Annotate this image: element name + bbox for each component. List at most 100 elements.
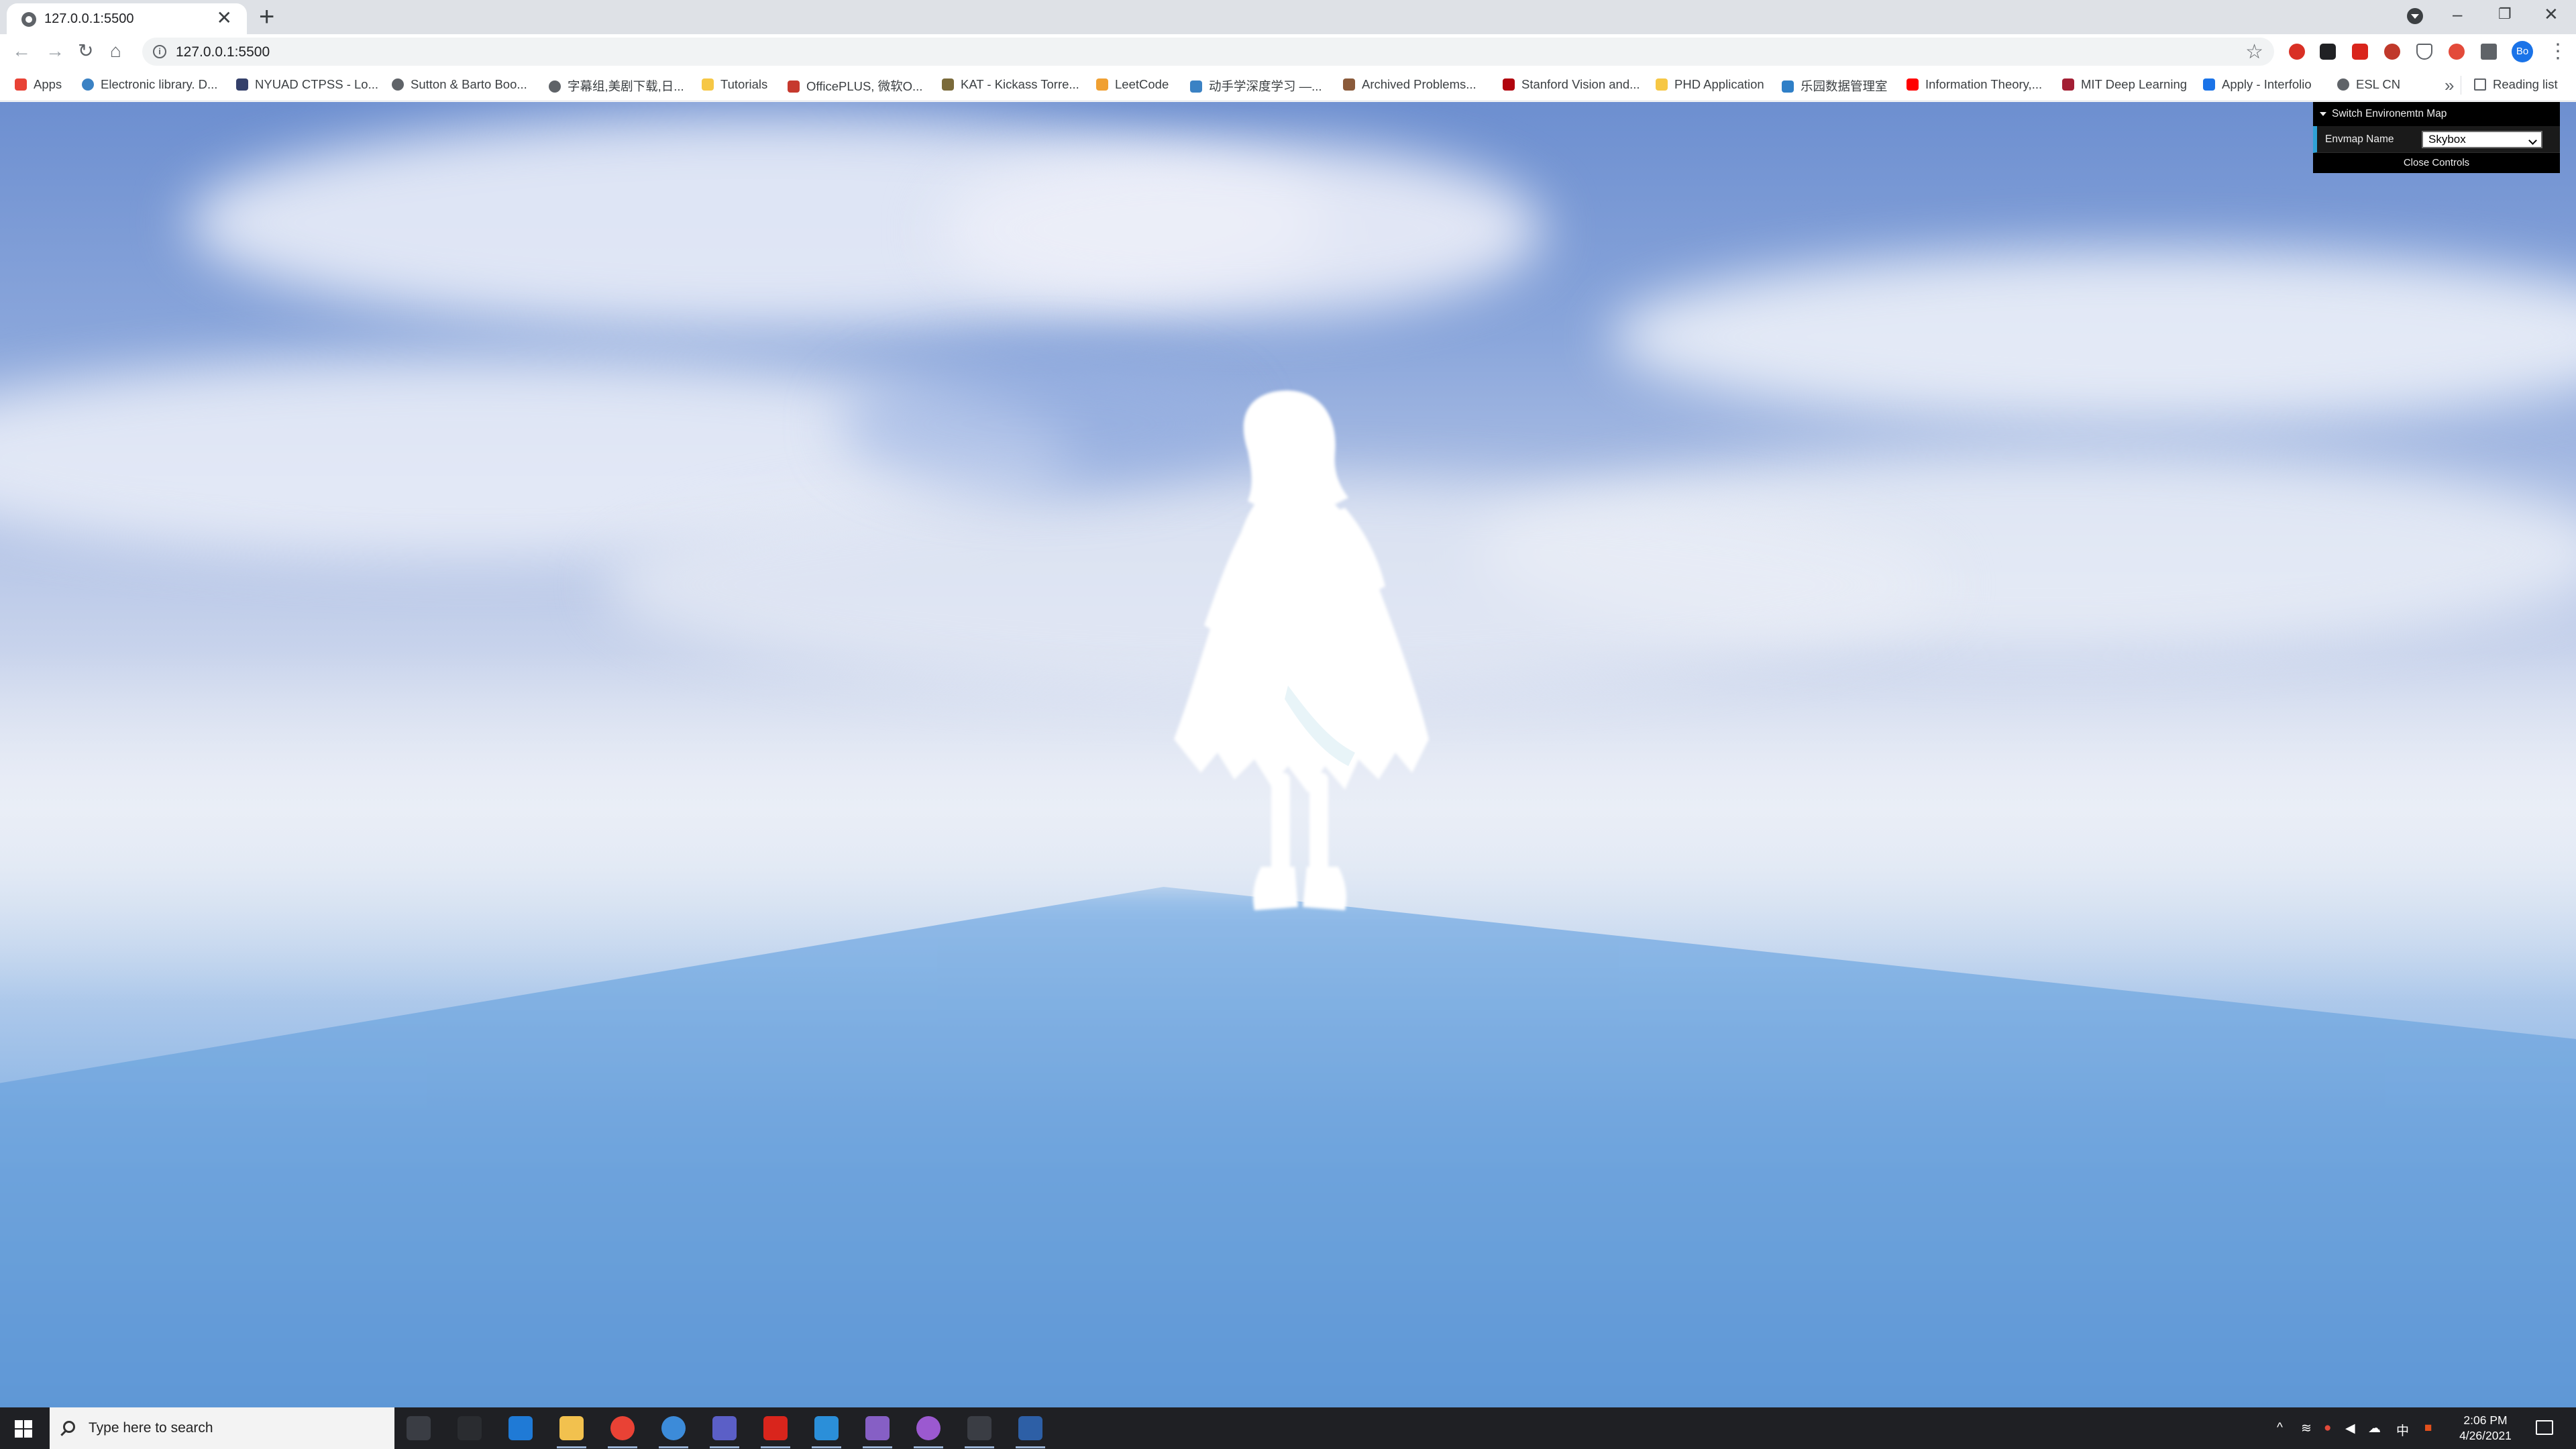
running-indicator (1016, 1446, 1045, 1448)
taskbar-search[interactable]: Type here to search (50, 1407, 394, 1449)
search-icon (63, 1421, 75, 1433)
envmap-select[interactable]: Skybox (2422, 131, 2542, 148)
mit-icon (2062, 78, 2074, 91)
bookmark-item[interactable]: 动手学深度学习 —... (1190, 77, 1322, 93)
profile-avatar[interactable]: Bo (2512, 41, 2533, 62)
bookmark-label: 乐园数据管理室 (1801, 79, 1888, 93)
reload-button[interactable]: ↻ (78, 40, 93, 62)
bookmark-item[interactable]: NYUAD CTPSS - Lo... (236, 77, 378, 93)
reading-list-button[interactable]: Reading list (2474, 77, 2558, 92)
bookmarks-overflow-button[interactable]: » (2445, 75, 2454, 96)
settings-icon[interactable] (967, 1416, 991, 1440)
close-tab-icon[interactable]: ✕ (217, 8, 232, 28)
browser-tab[interactable]: 127.0.0.1:5500 ✕ (7, 3, 247, 34)
reading-list-label: Reading list (2493, 77, 2558, 91)
bookmark-item[interactable]: Apply - Interfolio (2203, 77, 2312, 93)
bookmark-item[interactable]: ESL CN (2337, 77, 2400, 93)
clock-time: 2:06 PM (2463, 1413, 2508, 1427)
image-icon (1343, 78, 1355, 91)
powershell-icon[interactable] (1018, 1416, 1042, 1440)
onedrive-icon[interactable]: ☁ (2368, 1421, 2381, 1436)
youtube-icon (1907, 78, 1919, 91)
bookmark-label: Apps (34, 77, 62, 91)
bookmark-item[interactable]: Stanford Vision and... (1503, 77, 1640, 93)
office-icon (788, 80, 800, 93)
bird-icon (236, 78, 248, 91)
bookmark-item[interactable]: PHD Application (1656, 77, 1764, 93)
extension-icon[interactable] (2449, 44, 2465, 60)
visual-studio-icon[interactable] (865, 1416, 890, 1440)
shield-extension-icon[interactable] (2416, 44, 2432, 60)
shield-icon (942, 78, 954, 91)
new-tab-button[interactable]: + (259, 3, 274, 31)
home-button[interactable]: ⌂ (110, 40, 121, 62)
close-controls-button[interactable]: Close Controls (2313, 153, 2560, 173)
input-method-icon[interactable]: ■ (2424, 1421, 2432, 1436)
wifi-icon[interactable]: ≋ (2301, 1421, 2312, 1436)
bookmark-item[interactable]: MIT Deep Learning (2062, 77, 2187, 93)
bookmark-item[interactable]: 乐园数据管理室 (1782, 77, 1888, 93)
globe-icon (392, 78, 404, 91)
running-indicator (659, 1446, 688, 1448)
bookmark-star-icon[interactable]: ☆ (2245, 40, 2263, 64)
github-desktop-icon[interactable] (916, 1416, 941, 1440)
extension-icon[interactable] (2320, 44, 2336, 60)
running-indicator (914, 1446, 943, 1448)
windows-start-icon[interactable] (15, 1420, 32, 1438)
chevron-down-icon (2528, 136, 2537, 145)
bookmark-label: Electronic library. D... (101, 77, 218, 91)
bookmark-item[interactable]: Electronic library. D... (82, 77, 217, 93)
acrobat-extension-icon[interactable] (2352, 44, 2368, 60)
opera-extension-icon[interactable] (2289, 44, 2305, 60)
window-close-button[interactable]: ✕ (2544, 4, 2559, 24)
bookmark-item[interactable]: Archived Problems... (1343, 77, 1477, 93)
taskbar-clock[interactable]: 2:06 PM 4/26/2021 (2452, 1413, 2519, 1444)
restore-button[interactable]: ❐ (2498, 4, 2512, 24)
bookmark-item[interactable]: Sutton & Barto Boo... (392, 77, 527, 93)
forward-button[interactable]: → (46, 40, 64, 62)
extensions-puzzle-icon[interactable] (2481, 44, 2497, 60)
gui-folder-title[interactable]: Switch Environemtn Map (2313, 102, 2560, 126)
book-icon (1190, 80, 1202, 93)
bookmark-label: 字幕组,美剧下载,日... (568, 79, 684, 93)
ime-indicator[interactable]: 中 (2396, 1421, 2409, 1439)
tab-search-icon[interactable] (2407, 8, 2423, 24)
globe-icon (82, 78, 94, 91)
task-view-icon[interactable] (407, 1416, 431, 1440)
chevron-up-icon[interactable]: ^ (2277, 1421, 2283, 1436)
site-info-icon[interactable]: i (153, 45, 166, 58)
edge-icon[interactable] (508, 1416, 533, 1440)
volume-icon[interactable]: ◀ (2345, 1421, 2355, 1436)
bookmark-item[interactable]: Tutorials (702, 77, 767, 93)
bookmark-item[interactable]: Information Theory,... (1907, 77, 2042, 93)
bookmark-item[interactable]: 字幕组,美剧下载,日... (549, 77, 684, 93)
bookmark-item[interactable]: OfficePLUS, 微软O... (788, 77, 922, 93)
extension-icon[interactable] (2384, 44, 2400, 60)
vscode-icon[interactable] (814, 1416, 839, 1440)
chrome-icon[interactable] (610, 1416, 635, 1440)
notification-center-icon[interactable] (2536, 1420, 2553, 1435)
antivirus-icon[interactable]: ● (2324, 1421, 2331, 1436)
url-text[interactable]: 127.0.0.1:5500 (176, 44, 270, 60)
minimize-button[interactable]: – (2453, 4, 2462, 24)
running-indicator (557, 1446, 586, 1448)
stanford-icon (1503, 78, 1515, 91)
running-indicator (608, 1446, 637, 1448)
webgl-canvas[interactable] (0, 102, 2576, 1407)
back-button[interactable]: ← (12, 40, 31, 62)
bookmark-item[interactable]: LeetCode (1096, 77, 1169, 93)
app-icon[interactable] (661, 1416, 686, 1440)
bookmark-label: Archived Problems... (1362, 77, 1477, 91)
search-placeholder[interactable]: Type here to search (89, 1420, 213, 1436)
mail-icon[interactable] (458, 1416, 482, 1440)
teams-icon[interactable] (712, 1416, 737, 1440)
address-bar[interactable]: i 127.0.0.1:5500 ☆ (142, 38, 2274, 66)
envmap-label: Envmap Name (2325, 133, 2394, 145)
bookmark-label: MIT Deep Learning (2081, 77, 2188, 91)
bookmark-item[interactable]: KAT - Kickass Torre... (942, 77, 1079, 93)
acrobat-icon[interactable] (763, 1416, 788, 1440)
bookmark-item[interactable]: Apps (15, 77, 62, 93)
file-explorer-icon[interactable] (559, 1416, 584, 1440)
menu-kebab-icon[interactable]: ⋮ (2548, 40, 2568, 63)
folder-icon (702, 78, 714, 91)
